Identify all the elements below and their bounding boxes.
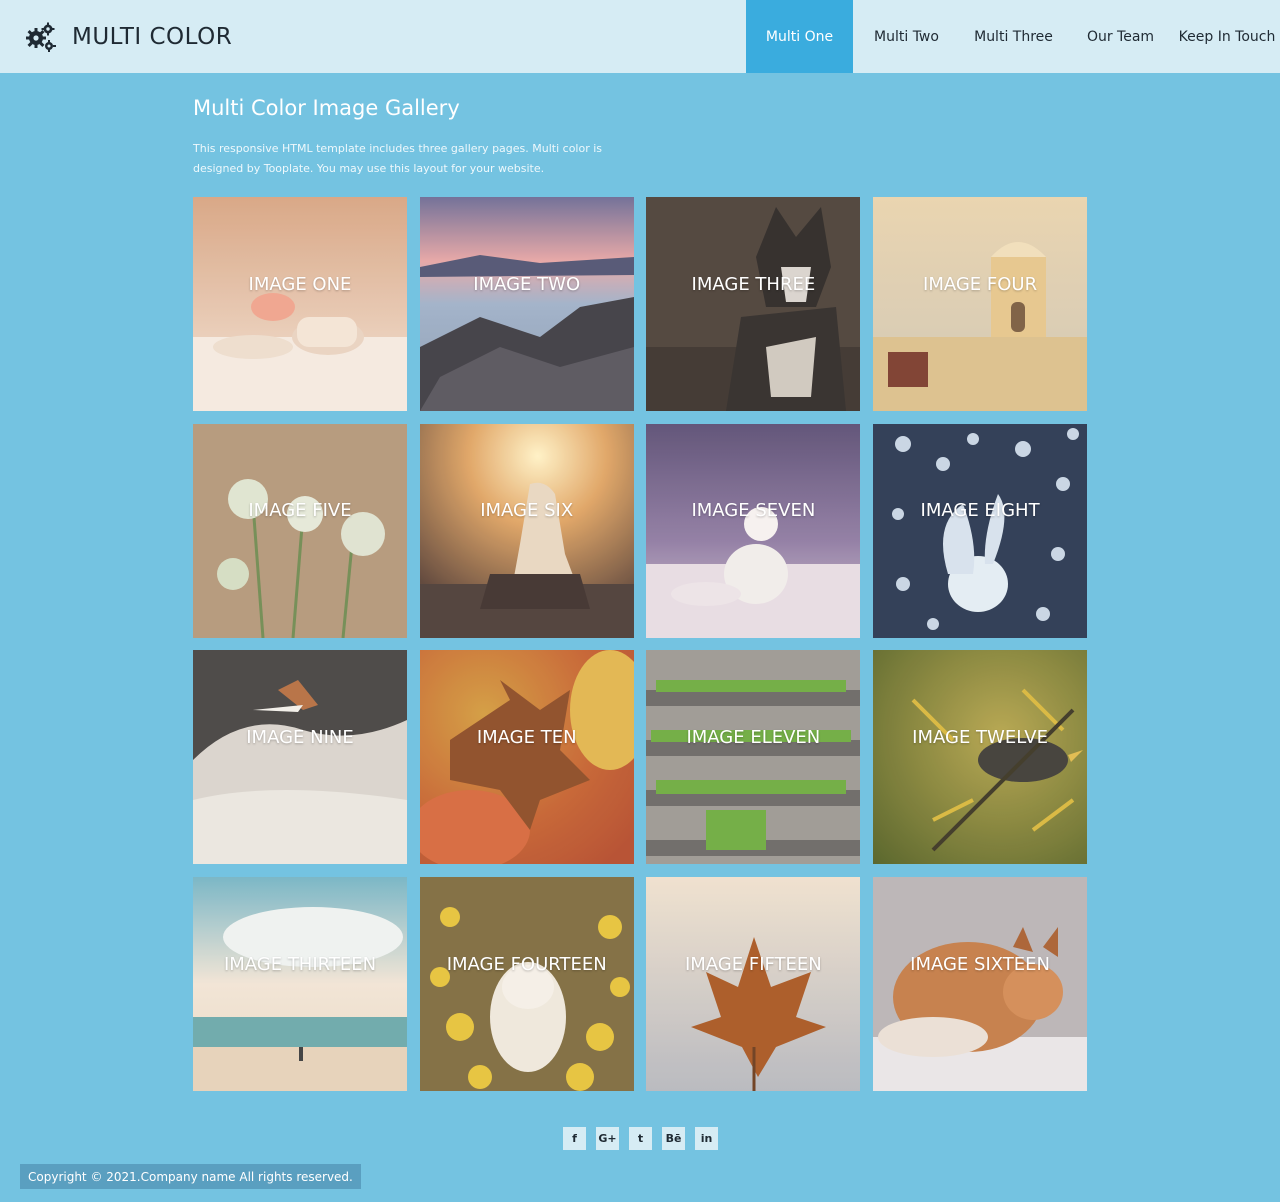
tile-label: IMAGE FIVE [248,500,352,522]
gallery-image [646,423,861,638]
gallery-tile[interactable]: IMAGE TWO [419,197,634,411]
tile-label: IMAGE SEVEN [691,500,816,522]
tile-label: IMAGE TEN [476,726,577,748]
tile-label: IMAGE ONE [248,273,352,295]
tile-label: IMAGE TWO [473,273,581,295]
gallery-tile[interactable]: IMAGE TWELVE [873,650,1088,865]
gallery-image [873,197,1088,411]
image-gallery: IMAGE ONE IMAGE TWO IMAGE THREE IMAGE FO… [193,197,1088,1092]
gallery-image [873,877,1088,1092]
facebook-icon[interactable]: f [563,1127,586,1150]
tile-label: IMAGE TWELVE [912,726,1048,748]
gallery-tile[interactable]: IMAGE FIFTEEN [646,877,861,1092]
gallery-tile[interactable]: IMAGE TEN [419,650,634,865]
gallery-tile[interactable]: IMAGE ELEVEN [646,650,861,865]
tile-label: IMAGE ELEVEN [686,726,821,748]
gallery-tile[interactable]: IMAGE ONE [193,197,407,411]
gears-icon [26,22,56,52]
tile-label: IMAGE SIX [480,500,574,522]
copyright-notice: Copyright © 2021.Company name All rights… [20,1164,361,1189]
gallery-image [193,650,407,865]
gallery-tile[interactable]: IMAGE FOURTEEN [419,877,634,1092]
brand-title: MULTI COLOR [72,24,233,50]
gallery-tile[interactable]: IMAGE FOUR [873,197,1088,411]
gallery-image [646,197,861,411]
tile-label: IMAGE FOURTEEN [446,953,607,975]
gallery-image [193,423,407,638]
twitter-icon[interactable]: t [629,1127,652,1150]
tile-label: IMAGE FOUR [923,273,1038,295]
tile-label: IMAGE THREE [691,273,816,295]
gallery-image [873,423,1088,638]
page-description: This responsive HTML template includes t… [193,142,603,175]
tile-label: IMAGE FIFTEEN [684,953,822,975]
page-title: Multi Color Image Gallery [193,96,460,120]
tile-label: IMAGE EIGHT [920,500,1040,522]
gallery-image [419,197,634,411]
tile-label: IMAGE SIXTEEN [910,953,1050,975]
tile-label: IMAGE NINE [246,726,354,748]
tile-label: IMAGE THIRTEEN [223,953,377,975]
gallery-image [193,877,407,1092]
gallery-tile[interactable]: IMAGE SIXTEEN [873,877,1088,1092]
nav-item-keep-in-touch[interactable]: Keep In Touch [1174,0,1280,73]
gallery-tile[interactable]: IMAGE THREE [646,197,861,411]
nav-item-our-team[interactable]: Our Team [1067,0,1174,73]
nav-item-multi-two[interactable]: Multi Two [853,0,960,73]
gallery-tile[interactable]: IMAGE SEVEN [646,423,861,638]
linkedin-icon[interactable]: in [695,1127,718,1150]
nav-item-multi-three[interactable]: Multi Three [960,0,1067,73]
top-navbar: MULTI COLOR Multi One Multi Two Multi Th… [0,0,1280,73]
gallery-tile[interactable]: IMAGE NINE [193,650,407,865]
behance-icon[interactable]: Bē [662,1127,685,1150]
gallery-image [646,650,861,865]
google-plus-icon[interactable]: G+ [596,1127,619,1150]
brand[interactable]: MULTI COLOR [24,19,232,55]
nav-item-multi-one[interactable]: Multi One [746,0,853,73]
gallery-tile[interactable]: IMAGE THIRTEEN [193,877,407,1092]
main-nav: Multi One Multi Two Multi Three Our Team… [746,0,1280,73]
gallery-image [646,877,861,1092]
gallery-tile[interactable]: IMAGE FIVE [193,423,407,638]
gallery-image [419,650,634,865]
gallery-image [419,423,634,638]
gallery-image [873,650,1088,865]
social-links: f G+ t Bē in [563,1127,718,1150]
gallery-tile[interactable]: IMAGE EIGHT [873,423,1088,638]
gallery-image [419,877,634,1092]
gallery-tile[interactable]: IMAGE SIX [419,423,634,638]
gallery-image [193,197,407,411]
